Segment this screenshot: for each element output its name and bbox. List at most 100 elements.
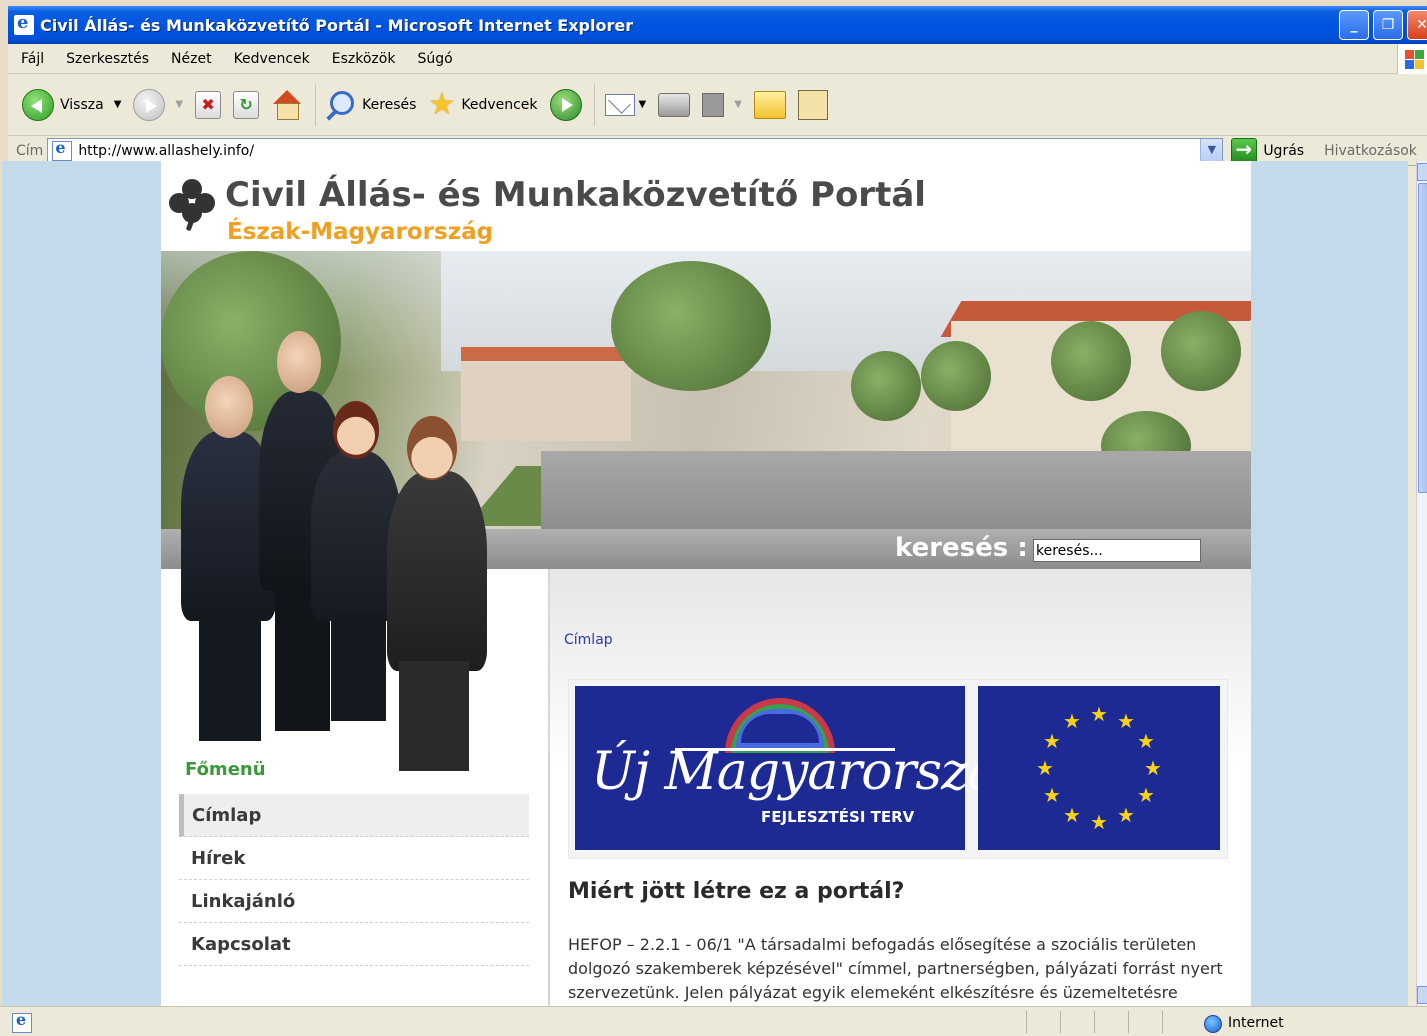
internet-zone-icon bbox=[1204, 1015, 1222, 1033]
staff-photo bbox=[171, 261, 501, 771]
scroll-up-icon[interactable] bbox=[1417, 163, 1427, 181]
partner-logos: Új Magyarország FEJLESZTÉSI TERV ★ ★ ★ ★… bbox=[568, 679, 1228, 859]
restore-button[interactable]: ❐ bbox=[1373, 10, 1403, 40]
back-dropdown-icon[interactable]: ▼ bbox=[114, 99, 122, 110]
minimize-button[interactable]: _ bbox=[1339, 10, 1369, 40]
back-label: Vissza bbox=[60, 96, 104, 113]
umft-logo-title: Új Magyarország bbox=[591, 742, 1031, 802]
star-icon: ★ bbox=[1117, 803, 1135, 827]
print-button[interactable] bbox=[658, 92, 691, 117]
vertical-scrollbar[interactable] bbox=[1416, 161, 1427, 1006]
stop-icon: ✖ bbox=[195, 90, 222, 119]
search-icon bbox=[326, 89, 356, 121]
uj-magyarorszag-logo: Új Magyarország FEJLESZTÉSI TERV bbox=[575, 686, 1031, 850]
main-content: Címlap Új Magyarország FEJLESZTÉSI TERV … bbox=[550, 569, 1251, 1006]
star-icon: ★ bbox=[1043, 783, 1061, 807]
menu-item-kapcsolat[interactable]: Kapcsolat bbox=[179, 923, 529, 966]
research-icon bbox=[797, 89, 828, 120]
breadcrumb[interactable]: Címlap bbox=[564, 632, 613, 648]
mail-dropdown-icon[interactable]: ▼ bbox=[639, 99, 647, 110]
article-line: HEFOP – 2.2.1 - 06/1 "A társadalmi befog… bbox=[568, 935, 1197, 954]
main-menu: Címlap Hírek Linkajánló Kapcsolat bbox=[179, 794, 529, 966]
menu-item-hirek[interactable]: Hírek bbox=[179, 837, 529, 880]
site-title: Civil Állás- és Munkaközvetítő Portál bbox=[225, 175, 926, 215]
status-divider bbox=[1128, 1011, 1129, 1033]
go-arrow-icon bbox=[1231, 137, 1258, 164]
favorites-star-icon: ★ bbox=[428, 86, 456, 122]
menu-favorites[interactable]: Kedvencek bbox=[223, 51, 321, 67]
go-button[interactable]: Ugrás bbox=[1231, 137, 1305, 164]
favorites-button[interactable]: ★ Kedvencek bbox=[428, 86, 538, 122]
refresh-button[interactable]: ↻ bbox=[233, 90, 260, 119]
home-icon bbox=[271, 89, 303, 120]
address-url[interactable]: http://www.allashely.info/ bbox=[78, 143, 254, 159]
home-button[interactable] bbox=[271, 89, 303, 120]
forward-button[interactable]: ▼ bbox=[133, 88, 183, 121]
links-toolbar[interactable]: Hivatkozások bbox=[1324, 143, 1417, 159]
go-label: Ugrás bbox=[1263, 142, 1305, 159]
favorites-label: Kedvencek bbox=[461, 96, 538, 113]
star-icon: ★ bbox=[1063, 803, 1081, 827]
status-divider bbox=[1094, 1011, 1095, 1033]
menu-item-linkajanlo[interactable]: Linkajánló bbox=[179, 880, 529, 923]
site-header: Civil Állás- és Munkaközvetítő Portál És… bbox=[161, 161, 1251, 251]
ie-icon bbox=[14, 12, 34, 35]
title-bar: Civil Állás- és Munkaközvetítő Portál - … bbox=[8, 6, 1427, 44]
star-icon: ★ bbox=[1090, 702, 1108, 726]
back-arrow-icon bbox=[22, 88, 54, 121]
address-dropdown-icon[interactable]: ▼ bbox=[1200, 138, 1223, 163]
close-button[interactable]: ✕ bbox=[1407, 10, 1427, 40]
edit-dropdown-icon[interactable]: ▼ bbox=[734, 99, 742, 110]
page-icon bbox=[52, 138, 73, 161]
star-icon: ★ bbox=[1144, 756, 1162, 780]
toolbar-separator bbox=[593, 83, 595, 126]
star-icon: ★ bbox=[1137, 783, 1155, 807]
research-button[interactable] bbox=[797, 89, 828, 120]
mail-icon bbox=[604, 93, 635, 116]
edit-icon bbox=[702, 92, 725, 117]
star-icon: ★ bbox=[1117, 709, 1135, 733]
address-label: Cím bbox=[16, 142, 44, 159]
star-icon: ★ bbox=[1043, 729, 1061, 753]
address-input[interactable]: http://www.allashely.info/ ▼ bbox=[47, 137, 1224, 164]
menu-file[interactable]: Fájl bbox=[8, 51, 55, 67]
discuss-button[interactable] bbox=[753, 90, 786, 119]
site-search-input[interactable] bbox=[1033, 539, 1201, 562]
menu-view[interactable]: Nézet bbox=[160, 51, 223, 67]
article-body: HEFOP – 2.2.1 - 06/1 "A társadalmi befog… bbox=[568, 933, 1238, 1005]
window-controls: _ ❐ ✕ bbox=[1339, 10, 1427, 40]
menu-tools[interactable]: Eszközök bbox=[321, 51, 407, 67]
toolbar: Vissza ▼ ▼ ✖ ↻ Keresés ★ Kedvencek ▼ ▼ bbox=[8, 74, 1427, 136]
article-title: Miért jött létre ez a portál? bbox=[568, 879, 905, 904]
menu-edit[interactable]: Szerkesztés bbox=[55, 51, 160, 67]
forward-dropdown-icon[interactable]: ▼ bbox=[175, 99, 183, 110]
windows-logo-icon bbox=[1397, 44, 1427, 74]
article-line: dolgozó szakemberek képzésével" címmel, … bbox=[568, 959, 1223, 978]
search-label: Keresés bbox=[362, 96, 417, 113]
star-icon: ★ bbox=[1063, 709, 1081, 733]
menu-help[interactable]: Súgó bbox=[406, 51, 463, 67]
stop-button[interactable]: ✖ bbox=[195, 90, 222, 119]
search-button[interactable]: Keresés bbox=[326, 89, 416, 121]
media-button[interactable] bbox=[549, 88, 582, 121]
menu-bar: Fájl Szerkesztés Nézet Kedvencek Eszközö… bbox=[8, 44, 1427, 74]
umft-logo-subtitle: FEJLESZTÉSI TERV bbox=[761, 808, 915, 826]
refresh-icon: ↻ bbox=[233, 90, 260, 119]
status-divider bbox=[1162, 1011, 1163, 1033]
scroll-down-icon[interactable] bbox=[1417, 986, 1427, 1004]
back-button[interactable]: Vissza ▼ bbox=[22, 88, 122, 121]
print-icon bbox=[658, 92, 691, 117]
eu-flag-logo: ★ ★ ★ ★ ★ ★ ★ ★ ★ ★ ★ ★ bbox=[978, 686, 1220, 850]
forward-arrow-icon bbox=[133, 88, 166, 121]
status-divider bbox=[1026, 1011, 1027, 1033]
status-bar: Internet bbox=[0, 1006, 1427, 1036]
status-divider bbox=[1060, 1011, 1061, 1033]
mail-button[interactable]: ▼ bbox=[604, 93, 647, 116]
edit-button[interactable]: ▼ bbox=[702, 92, 742, 117]
main-menu-title: Főmenü bbox=[185, 759, 266, 780]
page-viewport: Civil Állás- és Munkaközvetítő Portál És… bbox=[2, 161, 1408, 1006]
menu-item-cimlap[interactable]: Címlap bbox=[179, 794, 529, 837]
article-line: szervezetünk. Jelen pályázat egyik eleme… bbox=[568, 983, 1178, 1002]
star-icon: ★ bbox=[1137, 729, 1155, 753]
scroll-thumb[interactable] bbox=[1418, 183, 1427, 493]
